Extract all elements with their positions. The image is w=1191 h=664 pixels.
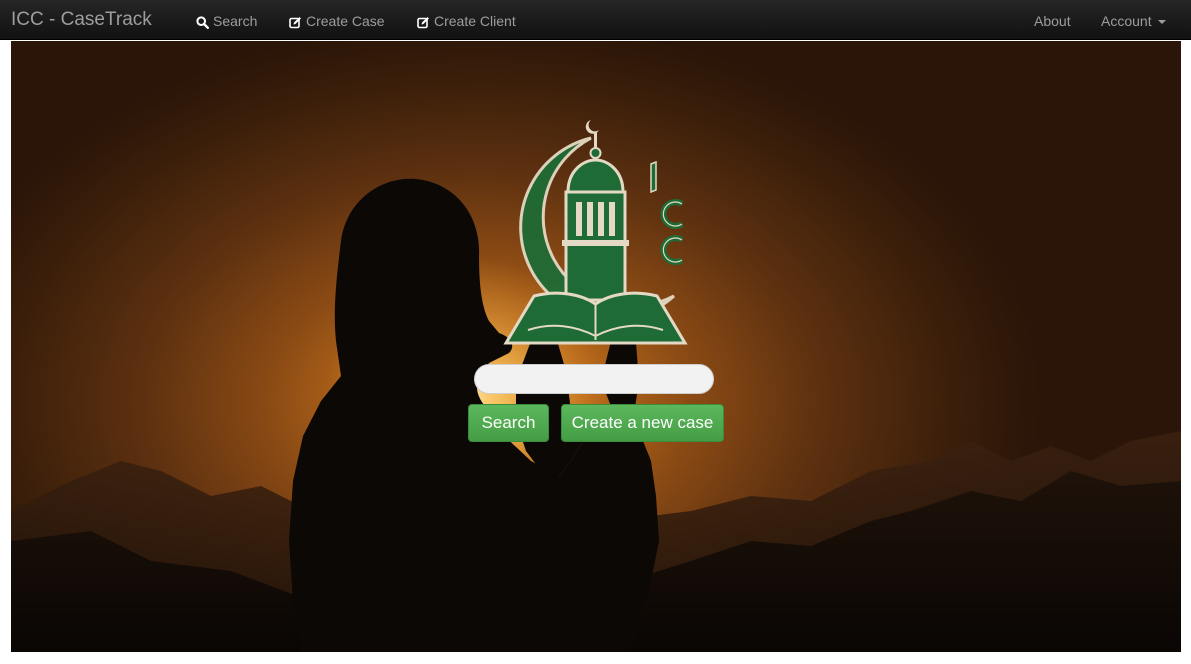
nav-about-label: About [1034, 13, 1071, 29]
nav-search-link[interactable]: Search [196, 12, 257, 30]
nav-create-case-link[interactable]: Create Case [289, 12, 385, 30]
nav-create-case-label: Create Case [306, 13, 385, 29]
edit-icon [289, 15, 302, 28]
edit-icon [417, 15, 430, 28]
search-input[interactable] [474, 364, 714, 394]
search-button[interactable]: Search [468, 404, 549, 442]
icc-logo [503, 120, 688, 345]
nav-about-link[interactable]: About [1034, 12, 1071, 30]
nav-create-client-label: Create Client [434, 13, 516, 29]
create-case-button[interactable]: Create a new case [561, 404, 724, 442]
nav-search-label: Search [213, 13, 258, 29]
nav-account-label: Account [1101, 13, 1152, 29]
hero-section: Search Create a new case [11, 41, 1181, 652]
nav-account-dropdown[interactable]: Account [1101, 12, 1166, 30]
navbar: ICC - CaseTrack Search Create Case Creat… [0, 0, 1191, 40]
search-icon [196, 15, 210, 29]
caret-down-icon [1157, 20, 1166, 24]
nav-create-client-link[interactable]: Create Client [417, 12, 516, 30]
brand-link[interactable]: ICC - CaseTrack [11, 9, 152, 31]
